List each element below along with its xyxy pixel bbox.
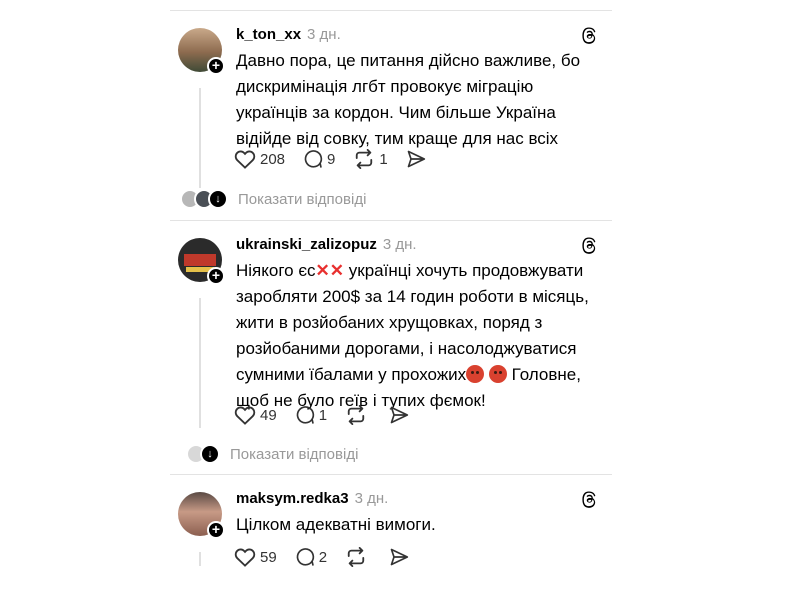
- follow-plus-icon[interactable]: +: [207, 57, 225, 75]
- share-icon: [390, 406, 409, 424]
- post-header: k_ton_xx 3 дн.: [236, 26, 341, 46]
- threads-logo-icon[interactable]: [580, 26, 598, 44]
- show-replies-label: Показати відповіді: [238, 190, 367, 208]
- repost-button[interactable]: [345, 547, 371, 567]
- arrow-down-icon: ↓: [208, 189, 228, 209]
- repost-icon: [356, 149, 373, 169]
- username[interactable]: maksym.redka3: [236, 490, 349, 507]
- share-button[interactable]: [389, 547, 413, 567]
- post-text: Давно пора, це питання дійсно важливе, б…: [236, 51, 581, 148]
- username[interactable]: ukrainski_zalizopuz: [236, 236, 377, 253]
- post-text: Цілком адекватні вимоги.: [236, 515, 436, 534]
- post-header: ukrainski_zalizopuz 3 дн.: [236, 236, 417, 256]
- comment-icon: [304, 150, 323, 168]
- heart-icon: [234, 150, 256, 169]
- threads-logo-icon[interactable]: [580, 236, 598, 254]
- separator: [170, 10, 612, 11]
- username[interactable]: k_ton_xx: [236, 26, 301, 43]
- share-icon: [390, 548, 409, 566]
- share-button[interactable]: [406, 149, 430, 169]
- repost-button[interactable]: 1: [353, 149, 388, 169]
- like-button[interactable]: 59: [234, 547, 277, 567]
- separator: [170, 474, 612, 475]
- post-text-start: Ніякого єс: [236, 261, 316, 280]
- post-actions: 49 1: [234, 404, 431, 426]
- follow-plus-icon[interactable]: +: [207, 521, 225, 539]
- separator: [170, 220, 612, 221]
- timestamp: 3 дн.: [382, 236, 417, 253]
- heart-icon: [234, 548, 256, 567]
- timestamp: 3 дн.: [354, 490, 389, 507]
- post-text: Ніякого єс✕✕ українці хочуть продовжуват…: [236, 258, 604, 414]
- comment-icon: [296, 548, 314, 566]
- like-count: 208: [260, 150, 286, 168]
- comment-count: 9: [327, 150, 336, 168]
- comment-button[interactable]: 2: [295, 547, 327, 567]
- comment-icon: [296, 406, 314, 424]
- thread-line: [199, 88, 201, 188]
- post-actions: 59 2: [234, 546, 431, 568]
- post-header: maksym.redka3 3 дн.: [236, 490, 388, 510]
- thread-line: [199, 298, 201, 428]
- show-replies-label: Показати відповіді: [230, 445, 359, 463]
- repost-icon: [347, 547, 365, 567]
- repost-icon: [347, 405, 365, 425]
- comment-count: 2: [318, 548, 328, 566]
- replies-feed: + k_ton_xx 3 дн. Давно пора, це питання д…: [170, 0, 612, 600]
- comment-count: 1: [318, 406, 328, 424]
- like-button[interactable]: 208: [234, 149, 285, 169]
- repost-button[interactable]: [345, 405, 371, 425]
- comment-button[interactable]: 9: [303, 149, 335, 169]
- heart-icon: [234, 406, 256, 425]
- angry-face-emoji: [488, 365, 507, 383]
- thread-line: [199, 552, 201, 566]
- show-replies[interactable]: ↓ Показати відповіді: [180, 189, 366, 209]
- repost-count: 1: [379, 150, 388, 168]
- arrow-down-icon: ↓: [200, 444, 220, 464]
- share-button[interactable]: [389, 405, 413, 425]
- like-count: 49: [260, 406, 277, 424]
- post-actions: 208 9 1: [234, 148, 448, 170]
- angry-face-emoji: [466, 365, 485, 383]
- comment-button[interactable]: 1: [295, 405, 327, 425]
- timestamp: 3 дн.: [307, 26, 341, 43]
- like-count: 59: [260, 548, 277, 566]
- show-replies[interactable]: ↓ Показати відповіді: [186, 444, 358, 464]
- threads-logo-icon[interactable]: [580, 490, 598, 508]
- like-button[interactable]: 49: [234, 405, 277, 425]
- follow-plus-icon[interactable]: +: [207, 267, 225, 285]
- cross-mark-emoji: ✕✕: [315, 261, 345, 280]
- share-icon: [407, 150, 425, 168]
